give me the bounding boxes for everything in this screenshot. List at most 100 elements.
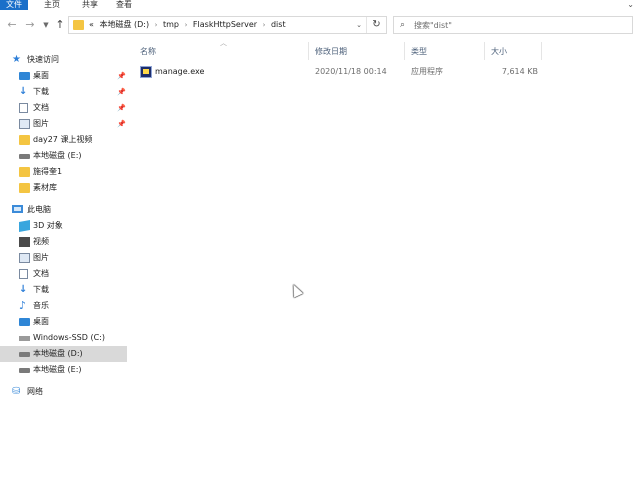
- navigation-pane: ★ 快速访问 桌面 📌 ↓ 下载 📌 文档 📌 图片 📌 day27 课上视频 …: [0, 50, 128, 479]
- sidebar-item-music[interactable]: ♪ 音乐: [0, 298, 127, 314]
- music-icon: ♪: [19, 299, 27, 312]
- sidebar-item-label: Windows-SSD (C:): [33, 333, 105, 342]
- sidebar-item-drive-e[interactable]: 本地磁盘 (E:): [0, 362, 127, 378]
- drive-icon: [19, 336, 30, 341]
- sidebar-item-pictures[interactable]: 图片 📌: [0, 116, 127, 132]
- search-input[interactable]: [414, 18, 624, 32]
- sidebar-item-documents-pc[interactable]: 文档: [0, 266, 127, 282]
- breadcrumb-tmp[interactable]: tmp: [163, 20, 179, 29]
- up-arrow-icon[interactable]: ↑: [54, 18, 66, 32]
- sidebar-item-downloads-pc[interactable]: ↓ 下载: [0, 282, 127, 298]
- sort-chevron-up-icon: ︿: [220, 39, 227, 47]
- navigation-bar: ← → ▼ ↑ « 本地磁盘 (D:) › tmp › FlaskHttpSer…: [0, 14, 640, 36]
- column-header-type[interactable]: 类型: [411, 44, 427, 60]
- sidebar-item-label: 素材库: [33, 183, 57, 192]
- sidebar-item-drive-d[interactable]: 本地磁盘 (D:): [0, 346, 127, 362]
- document-icon: [19, 269, 28, 279]
- sidebar-item-network[interactable]: ⛁ 网络: [0, 384, 127, 400]
- sidebar-item-drive-e-quick[interactable]: 本地磁盘 (E:): [0, 148, 127, 164]
- back-arrow-icon[interactable]: ←: [6, 18, 18, 32]
- sidebar-item-label: 下载: [33, 285, 49, 294]
- pin-icon: 📌: [117, 104, 126, 112]
- pin-icon: 📌: [117, 120, 126, 128]
- sidebar-item-drive-c[interactable]: Windows-SSD (C:): [0, 330, 127, 346]
- pictures-icon: [19, 253, 30, 263]
- sidebar-item-label: 文档: [33, 103, 49, 112]
- ribbon-tab-home[interactable]: 主页: [44, 0, 60, 10]
- column-divider[interactable]: [484, 42, 485, 60]
- sidebar-item-pictures-pc[interactable]: 图片: [0, 250, 127, 266]
- sidebar-item-label: 图片: [33, 119, 49, 128]
- folder-icon: [19, 135, 30, 145]
- ribbon-tab-file[interactable]: 文件: [0, 0, 28, 10]
- download-icon: ↓: [19, 284, 28, 295]
- desktop-icon: [19, 72, 30, 80]
- document-icon: [19, 103, 28, 113]
- sidebar-item-quick-access[interactable]: ★ 快速访问: [0, 52, 127, 68]
- sidebar-item-label: 音乐: [33, 301, 49, 310]
- column-header-name[interactable]: 名称: [140, 44, 156, 60]
- recent-locations-chevron-icon[interactable]: ▼: [40, 18, 52, 32]
- column-header-date[interactable]: 修改日期: [315, 44, 347, 60]
- sidebar-item-day27[interactable]: day27 课上视频: [0, 132, 127, 148]
- breadcrumb-drive-d[interactable]: 本地磁盘 (D:): [99, 20, 149, 29]
- breadcrumb-dist[interactable]: dist: [271, 20, 286, 29]
- sidebar-item-folder-1[interactable]: 施得奎1: [0, 164, 127, 180]
- address-dropdown-chevron-icon[interactable]: ⌄: [356, 17, 362, 33]
- videos-icon: [19, 237, 30, 247]
- desktop-icon: [19, 318, 30, 326]
- ribbon-tab-view[interactable]: 查看: [116, 0, 132, 10]
- sidebar-item-material-library[interactable]: 素材库: [0, 180, 127, 196]
- download-icon: ↓: [19, 86, 28, 97]
- sidebar-item-documents[interactable]: 文档 📌: [0, 100, 127, 116]
- sidebar-item-label: 图片: [33, 253, 49, 262]
- column-divider[interactable]: [308, 42, 309, 60]
- refresh-icon[interactable]: ↻: [366, 17, 386, 33]
- sidebar-item-this-pc[interactable]: 此电脑: [0, 202, 127, 218]
- drive-icon: [19, 154, 30, 159]
- file-type: 应用程序: [411, 67, 443, 76]
- file-size: 7,614 KB: [501, 67, 538, 76]
- pin-icon: 📌: [117, 72, 126, 80]
- forward-arrow-icon[interactable]: →: [24, 18, 36, 32]
- breadcrumb-separator-icon[interactable]: ›: [185, 21, 188, 29]
- sidebar-item-label: day27 课上视频: [33, 135, 93, 144]
- file-row[interactable]: manage.exe 2020/11/18 00:14 应用程序 7,614 K…: [136, 64, 546, 80]
- sidebar-item-label: 快速访问: [27, 55, 59, 64]
- breadcrumb-flaskhttpserver[interactable]: FlaskHttpServer: [193, 20, 257, 29]
- search-box[interactable]: ⌕: [393, 16, 633, 34]
- pin-icon: 📌: [117, 88, 126, 96]
- file-name: manage.exe: [155, 67, 205, 76]
- 3d-objects-icon: [19, 220, 30, 232]
- sidebar-item-label: 网络: [27, 387, 43, 396]
- sidebar-item-3d-objects[interactable]: 3D 对象: [0, 218, 127, 234]
- computer-icon: [12, 205, 23, 213]
- column-divider[interactable]: [404, 42, 405, 60]
- column-header-size[interactable]: 大小: [491, 44, 507, 60]
- sidebar-item-label: 本地磁盘 (D:): [33, 349, 83, 358]
- folder-icon: [19, 167, 30, 177]
- folder-icon: [19, 183, 30, 193]
- sidebar-item-label: 桌面: [33, 317, 49, 326]
- sidebar-item-label: 桌面: [33, 71, 49, 80]
- sidebar-item-desktop[interactable]: 桌面 📌: [0, 68, 127, 84]
- breadcrumb-overflow[interactable]: «: [89, 20, 94, 29]
- file-date: 2020/11/18 00:14: [315, 67, 387, 76]
- address-bar[interactable]: « 本地磁盘 (D:) › tmp › FlaskHttpServer › di…: [68, 16, 387, 34]
- ribbon-expand-icon[interactable]: ⌄: [627, 0, 634, 10]
- star-icon: ★: [12, 54, 21, 65]
- sidebar-item-label: 此电脑: [27, 205, 51, 214]
- sidebar-item-downloads[interactable]: ↓ 下载 📌: [0, 84, 127, 100]
- exe-icon: [140, 66, 152, 78]
- sidebar-item-label: 视频: [33, 237, 49, 246]
- file-list: ︿ 名称 修改日期 类型 大小 manage.exe 2020/11/18 00…: [128, 39, 640, 479]
- ribbon-tab-share[interactable]: 共享: [82, 0, 98, 10]
- column-divider[interactable]: [541, 42, 542, 60]
- breadcrumb-separator-icon[interactable]: ›: [155, 21, 158, 29]
- sidebar-item-desktop-pc[interactable]: 桌面: [0, 314, 127, 330]
- sidebar-item-videos[interactable]: 视频: [0, 234, 127, 250]
- search-icon: ⌕: [400, 20, 406, 30]
- drive-icon: [19, 352, 30, 357]
- pictures-icon: [19, 119, 30, 129]
- breadcrumb-separator-icon[interactable]: ›: [263, 21, 266, 29]
